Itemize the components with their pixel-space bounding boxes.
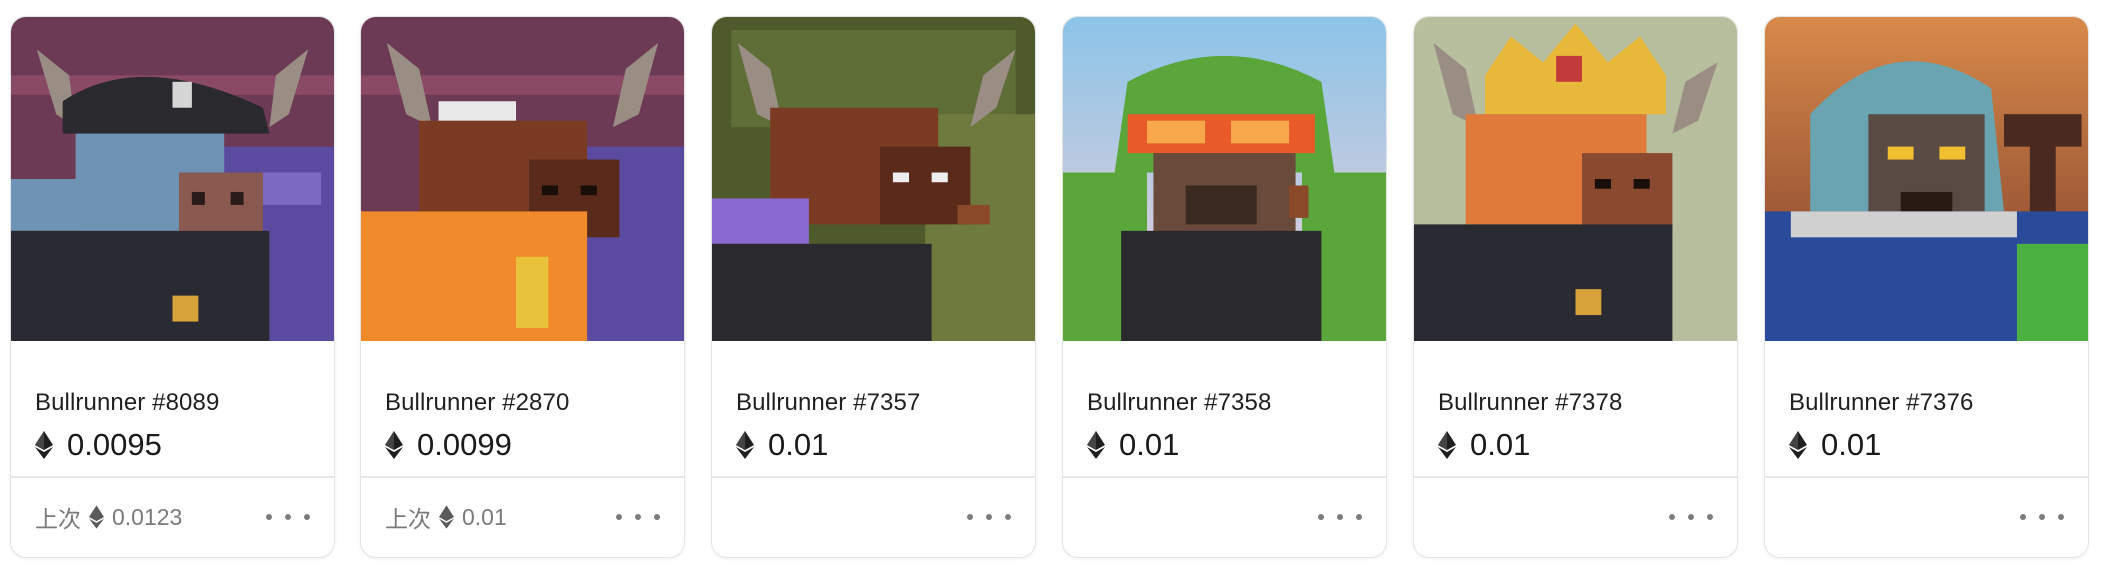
nft-image[interactable] <box>1063 17 1386 341</box>
price-row: 0.01 <box>1438 427 1530 463</box>
nft-price: 0.0095 <box>67 427 162 462</box>
price-row: 0.01 <box>1087 427 1179 463</box>
nft-info: Bullrunner #7358 0.01 <box>1063 341 1386 476</box>
card-footer: 上次 0.0123 <box>11 478 334 557</box>
price-row: 0.0099 <box>385 427 512 463</box>
nft-price: 0.01 <box>768 427 829 462</box>
nft-price: 0.0099 <box>417 427 512 462</box>
card-footer <box>1414 478 1737 557</box>
nft-name: Bullrunner #8089 <box>35 389 220 416</box>
nft-info: Bullrunner #2870 0.0099 <box>361 341 684 476</box>
more-options-icon[interactable] <box>967 504 1011 530</box>
nft-price: 0.01 <box>1119 427 1180 462</box>
ethereum-icon <box>736 431 754 459</box>
nft-info: Bullrunner #7357 0.01 <box>712 341 1035 476</box>
card-footer <box>712 478 1035 557</box>
nft-info: Bullrunner #8089 0.0095 <box>11 341 334 476</box>
ethereum-icon <box>89 505 104 529</box>
nft-price: 0.01 <box>1821 427 1882 462</box>
more-options-icon[interactable] <box>266 504 310 530</box>
nft-image[interactable] <box>361 17 684 341</box>
ethereum-icon <box>1087 431 1105 459</box>
nft-info: Bullrunner #7376 0.01 <box>1765 341 2088 476</box>
nft-card[interactable]: Bullrunner #7357 0.01 <box>711 16 1036 558</box>
price-row: 0.01 <box>1789 427 1881 463</box>
nft-price: 0.01 <box>1470 427 1531 462</box>
nft-image[interactable] <box>1414 17 1737 341</box>
last-sale: 上次 0.0123 <box>35 500 182 534</box>
nft-image[interactable] <box>712 17 1035 341</box>
last-sale-label: 上次 <box>385 506 431 532</box>
price-row: 0.01 <box>736 427 828 463</box>
last-sale-price: 0.01 <box>462 503 507 530</box>
nft-card[interactable]: Bullrunner #7378 0.01 <box>1413 16 1738 558</box>
nft-name: Bullrunner #7358 <box>1087 389 1272 416</box>
more-options-icon[interactable] <box>1669 504 1713 530</box>
more-options-icon[interactable] <box>616 504 660 530</box>
nft-name: Bullrunner #7357 <box>736 389 921 416</box>
last-sale-price: 0.0123 <box>112 503 183 530</box>
nft-name: Bullrunner #7376 <box>1789 389 1974 416</box>
more-options-icon[interactable] <box>1318 504 1362 530</box>
nft-card-grid: Bullrunner #8089 0.0095 上次 0.0123 Bullru… <box>0 0 2102 574</box>
ethereum-icon <box>1789 431 1807 459</box>
nft-name: Bullrunner #2870 <box>385 389 570 416</box>
more-options-icon[interactable] <box>2020 504 2064 530</box>
nft-card[interactable]: Bullrunner #8089 0.0095 上次 0.0123 <box>10 16 335 558</box>
card-footer: 上次 0.01 <box>361 478 684 557</box>
nft-card[interactable]: Bullrunner #2870 0.0099 上次 0.01 <box>360 16 685 558</box>
card-footer <box>1765 478 2088 557</box>
nft-image[interactable] <box>11 17 334 341</box>
last-sale: 上次 0.01 <box>385 500 507 534</box>
ethereum-icon <box>439 505 454 529</box>
card-footer <box>1063 478 1386 557</box>
nft-card[interactable]: Bullrunner #7376 0.01 <box>1764 16 2089 558</box>
nft-card[interactable]: Bullrunner #7358 0.01 <box>1062 16 1387 558</box>
ethereum-icon <box>1438 431 1456 459</box>
nft-info: Bullrunner #7378 0.01 <box>1414 341 1737 476</box>
nft-name: Bullrunner #7378 <box>1438 389 1623 416</box>
ethereum-icon <box>35 431 53 459</box>
ethereum-icon <box>385 431 403 459</box>
last-sale-label: 上次 <box>35 506 81 532</box>
nft-image[interactable] <box>1765 17 2088 341</box>
price-row: 0.0095 <box>35 427 162 463</box>
